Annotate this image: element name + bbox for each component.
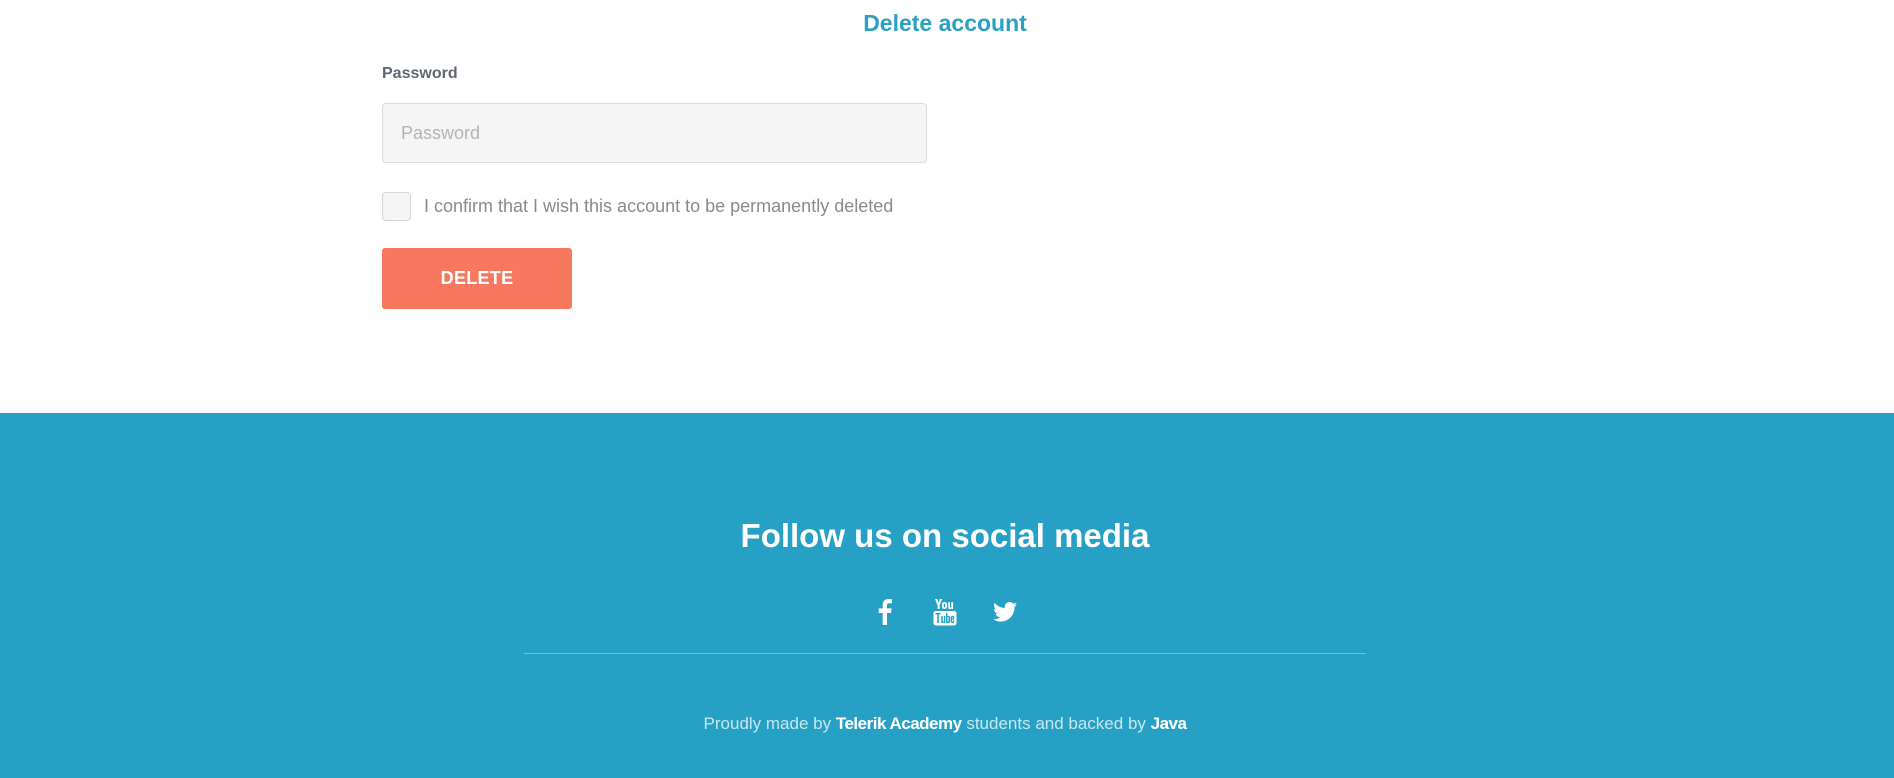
confirm-row: I confirm that I wish this account to be… [382, 192, 893, 221]
footer: Follow us on social media Proudly made b… [0, 413, 1894, 778]
facebook-link[interactable] [870, 597, 900, 627]
credits-prefix: Proudly made by [703, 714, 832, 733]
credits: Proudly made by Telerik Academy students… [0, 714, 1890, 734]
section-title: Delete account [863, 10, 1027, 36]
facebook-icon [878, 599, 892, 625]
social-links [0, 597, 1890, 627]
credits-org-link[interactable]: Telerik Academy [836, 714, 962, 733]
footer-title: Follow us on social media [740, 517, 1150, 554]
delete-account-section: Delete account Password I confirm that I… [0, 0, 1894, 413]
confirm-label[interactable]: I confirm that I wish this account to be… [424, 196, 893, 217]
page: Delete account Password I confirm that I… [0, 0, 1894, 778]
credits-backer-link[interactable]: Java [1151, 714, 1187, 733]
credits-middle: students and backed by [966, 714, 1146, 733]
confirm-checkbox[interactable] [382, 192, 411, 221]
footer-divider [524, 653, 1366, 654]
twitter-link[interactable] [990, 597, 1020, 627]
twitter-icon [993, 602, 1017, 622]
password-input[interactable] [382, 103, 927, 163]
youtube-icon [933, 599, 957, 626]
password-label: Password [382, 65, 458, 82]
delete-button[interactable]: DELETE [382, 248, 572, 309]
youtube-link[interactable] [930, 597, 960, 627]
